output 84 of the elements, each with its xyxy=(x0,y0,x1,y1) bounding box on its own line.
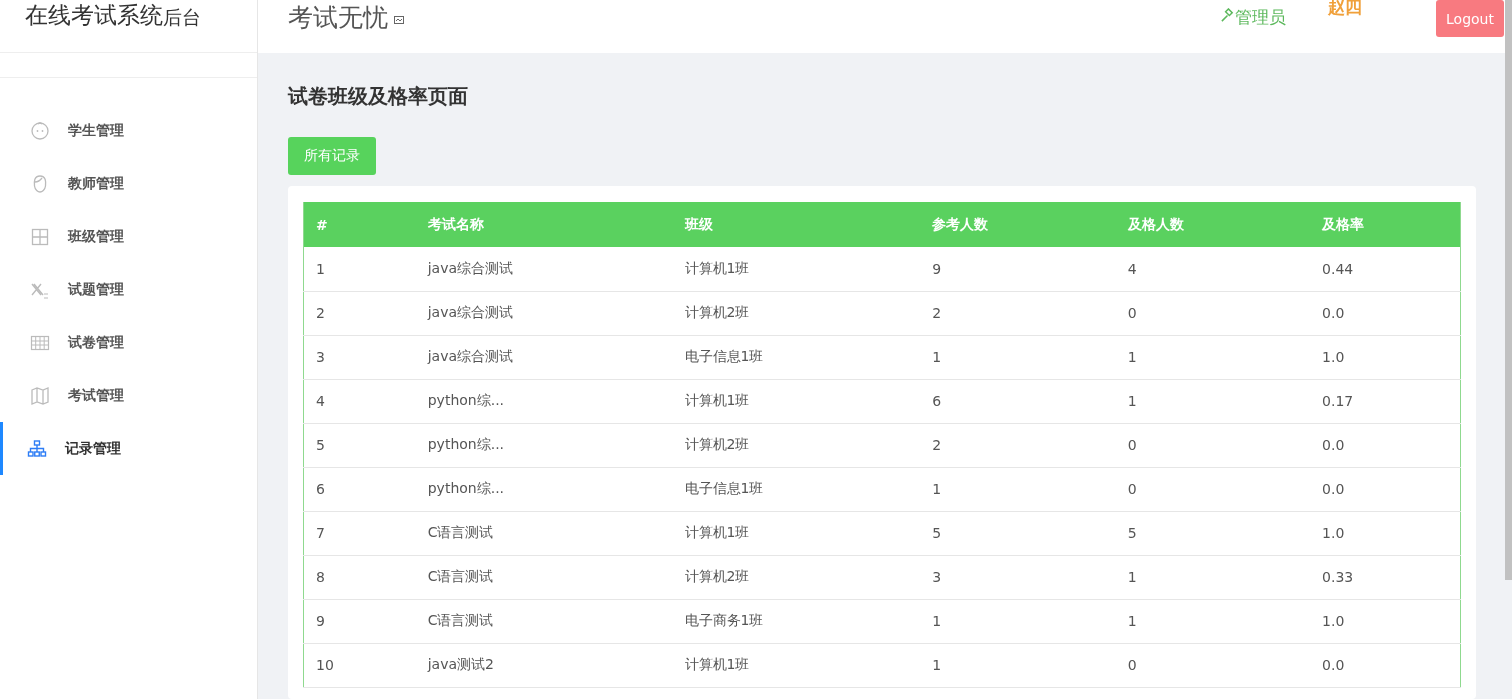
table-cell: 6 xyxy=(920,379,1116,423)
scrollbar[interactable] xyxy=(1505,0,1512,580)
column-header: 及格率 xyxy=(1310,202,1461,247)
table-cell: java综合测试 xyxy=(415,291,673,335)
table-cell: 0.0 xyxy=(1310,643,1461,687)
table-cell: 0 xyxy=(1115,291,1311,335)
table-cell: 1 xyxy=(920,335,1116,379)
table-cell: 计算机2班 xyxy=(672,555,921,599)
column-header: # xyxy=(303,202,416,247)
hammer-icon xyxy=(1220,8,1235,23)
sidebar-item[interactable]: 班级管理 xyxy=(0,210,257,263)
table-cell: 计算机1班 xyxy=(672,379,921,423)
table-cell: 电子信息1班 xyxy=(672,335,921,379)
table-cell: 3 xyxy=(303,335,416,379)
table-cell: 1 xyxy=(1115,599,1311,643)
table-cell: 6 xyxy=(303,467,416,511)
table-cell: 8 xyxy=(303,555,416,599)
sidebar-item[interactable]: 试卷管理 xyxy=(0,316,257,369)
table-cell: 2 xyxy=(920,291,1116,335)
column-header: 及格人数 xyxy=(1115,202,1311,247)
table-cell: 0.44 xyxy=(1310,247,1461,291)
table-cell: 电子信息1班 xyxy=(672,467,921,511)
table-cell: 1.0 xyxy=(1310,599,1461,643)
table-cell: C语言测试 xyxy=(415,555,673,599)
table-cell: 计算机2班 xyxy=(672,291,921,335)
face-icon xyxy=(30,120,50,141)
table-cell: python综... xyxy=(415,423,673,467)
table-cell: 计算机1班 xyxy=(672,511,921,555)
hierarchy-icon xyxy=(27,438,47,459)
sidebar-item[interactable]: 教师管理 xyxy=(0,157,257,210)
table-cell: java综合测试 xyxy=(415,247,673,291)
table-cell: 1 xyxy=(920,643,1116,687)
table-cell: C语言测试 xyxy=(415,511,673,555)
table-cell: 9 xyxy=(920,247,1116,291)
role-label: 管理员 xyxy=(1235,6,1286,29)
table-cell: 0 xyxy=(1115,467,1311,511)
table-cell: 0.17 xyxy=(1310,379,1461,423)
table-cell: 4 xyxy=(303,379,416,423)
table-cell: 9 xyxy=(303,599,416,643)
table-cell: 计算机1班 xyxy=(672,643,921,687)
sidebar-item[interactable]: 学生管理 xyxy=(0,104,257,157)
table-cell: 0.0 xyxy=(1310,291,1461,335)
table-cell: 计算机2班 xyxy=(672,423,921,467)
table-cell: 0.33 xyxy=(1310,555,1461,599)
table-cell: 1 xyxy=(1115,379,1311,423)
table-cell: 2 xyxy=(303,291,416,335)
table-cell: 0.0 xyxy=(1310,423,1461,467)
table-cell: 5 xyxy=(920,511,1116,555)
table-cell: 3 xyxy=(920,555,1116,599)
table-cell: 计算机1班 xyxy=(672,247,921,291)
column-header: 班级 xyxy=(672,202,921,247)
table-cell: 1.0 xyxy=(1310,335,1461,379)
sidebar-item[interactable]: 考试管理 xyxy=(0,369,257,422)
table-cell: 5 xyxy=(1115,511,1311,555)
table-cell: 0.0 xyxy=(1310,467,1461,511)
sidebar-item[interactable]: 试题管理 xyxy=(0,263,257,316)
table-cell: python综... xyxy=(415,467,673,511)
table-cell: 电子商务1班 xyxy=(672,599,921,643)
table-cell: 5 xyxy=(303,423,416,467)
table-cell: python综... xyxy=(415,379,673,423)
table-cell: 0 xyxy=(1115,423,1311,467)
table-cell: C语言测试 xyxy=(415,599,673,643)
app-title: 在线考试系统 xyxy=(25,1,163,30)
table-cell: 4 xyxy=(1115,247,1311,291)
table-cell: 1 xyxy=(920,467,1116,511)
table-cell: 1 xyxy=(303,247,416,291)
table-cell: 1 xyxy=(1115,555,1311,599)
table-cell: java综合测试 xyxy=(415,335,673,379)
table-cell: 1 xyxy=(920,599,1116,643)
table-cell: 2 xyxy=(920,423,1116,467)
column-header: 参考人数 xyxy=(920,202,1116,247)
app-title-suffix: 后台 xyxy=(163,6,201,30)
column-header: 考试名称 xyxy=(415,202,673,247)
table-cell: 10 xyxy=(303,643,416,687)
table-cell: 0 xyxy=(1115,643,1311,687)
table-cell: 1.0 xyxy=(1310,511,1461,555)
table-cell: java测试2 xyxy=(415,643,673,687)
page-title: 试卷班级及格率页面 xyxy=(288,83,468,110)
broken-image-icon xyxy=(394,16,404,24)
brand-title: 考试无忧 xyxy=(288,2,388,34)
grid-icon xyxy=(30,226,50,247)
map-icon xyxy=(30,385,50,406)
table-cell: 1 xyxy=(1115,335,1311,379)
table-cell: 7 xyxy=(303,511,416,555)
